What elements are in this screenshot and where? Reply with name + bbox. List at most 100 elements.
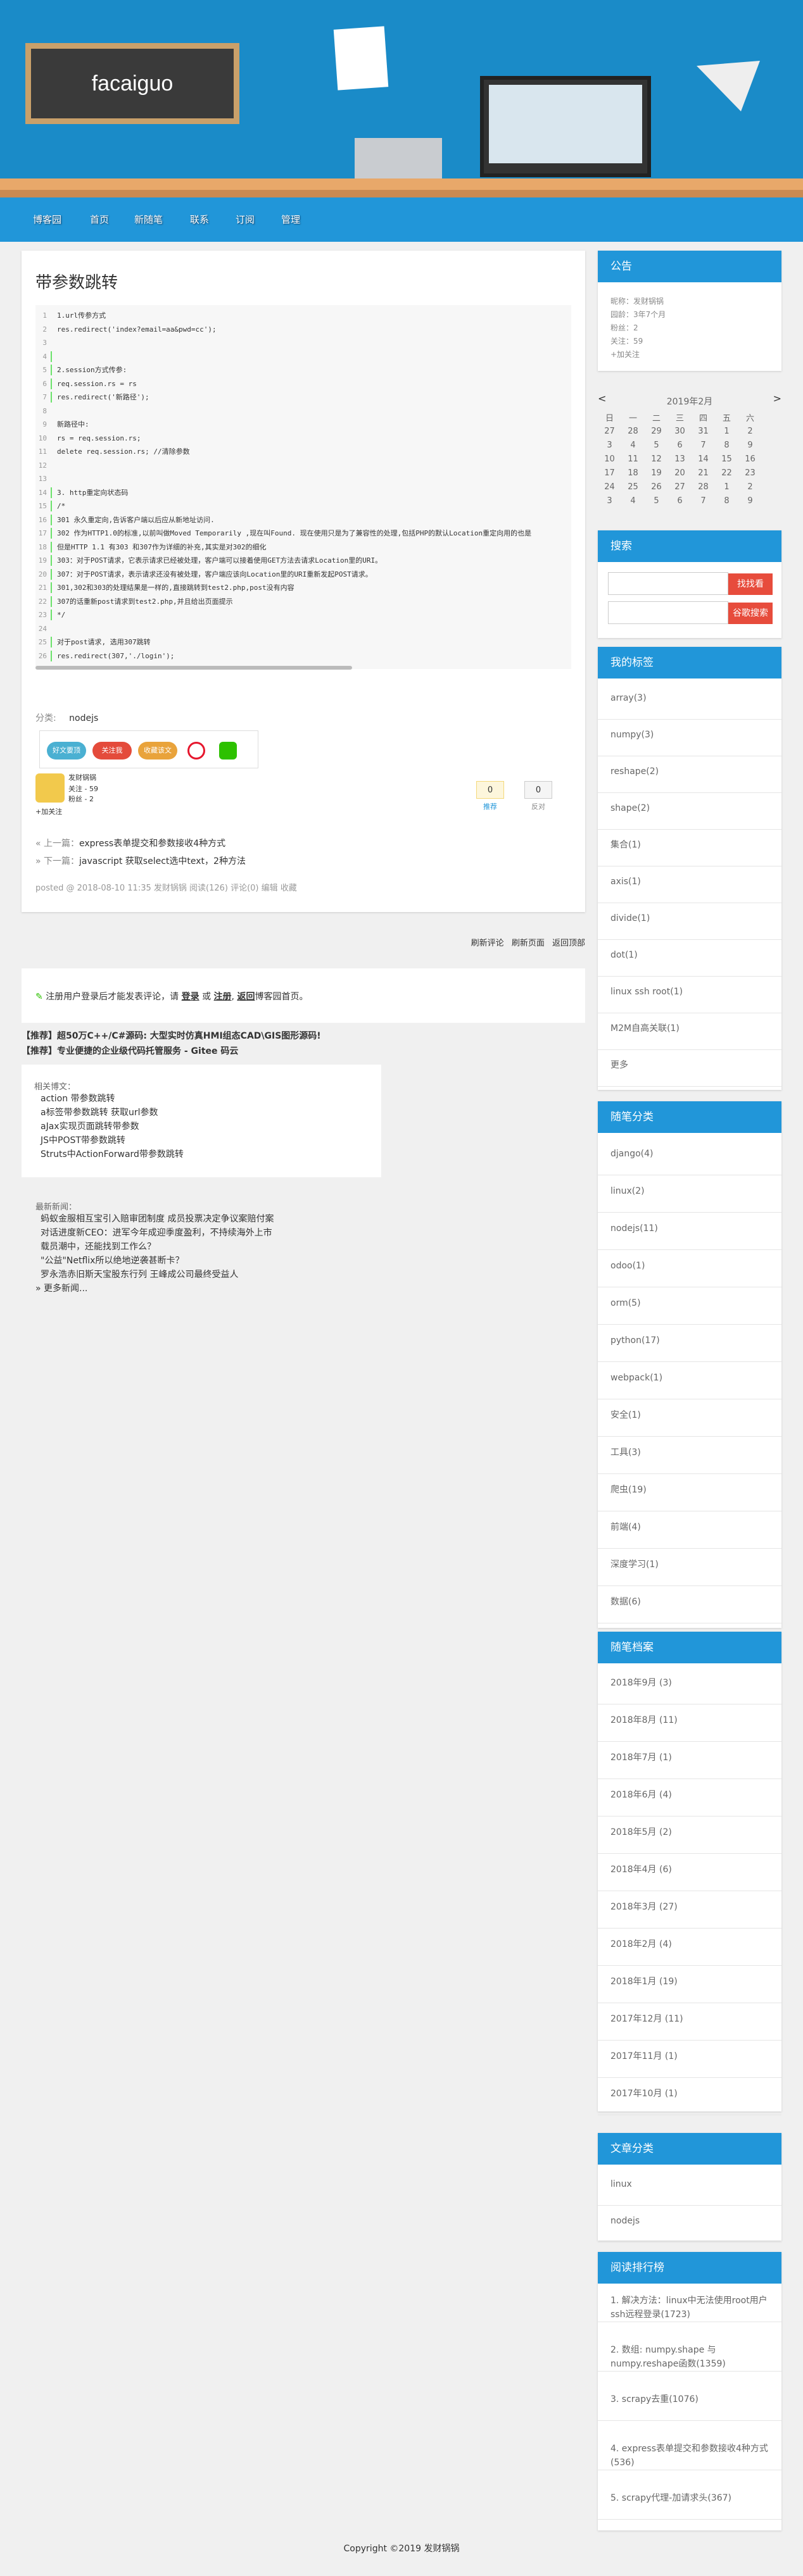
author-avatar[interactable]: [35, 773, 65, 803]
nav-subscribe[interactable]: 订阅: [236, 213, 255, 226]
ranking-item[interactable]: 3. scrapy去重(1076): [610, 2392, 769, 2406]
tag-item[interactable]: axis(1): [610, 875, 769, 889]
author-fans[interactable]: 粉丝 - 2: [68, 794, 94, 804]
more-news-link[interactable]: » 更多新闻...: [35, 1284, 87, 1294]
nav-new-post[interactable]: 新随笔: [134, 213, 163, 226]
category-item[interactable]: 数据(6): [610, 1595, 769, 1609]
nav-cnblogs[interactable]: 博客园: [33, 213, 61, 226]
category-item[interactable]: 深度学习(1): [610, 1558, 769, 1572]
login-link[interactable]: 登录: [182, 992, 199, 1002]
archive-item[interactable]: 2018年9月 (3): [610, 1676, 769, 1690]
tag-item[interactable]: M2M自高关联(1): [610, 1022, 769, 1035]
news-item[interactable]: 蚂蚁金服相互宝引入赔审团制度 成员投票决定争议案赔付案: [35, 1212, 274, 1226]
author-name[interactable]: 发财锅锅: [68, 772, 96, 782]
archive-item[interactable]: 2018年1月 (19): [610, 1975, 769, 1989]
article-category-item[interactable]: linux: [610, 2177, 769, 2191]
prev-post-link[interactable]: express表单提交和参数接收4种方式: [79, 839, 225, 849]
back-to-top-link[interactable]: 返回顶部: [552, 939, 585, 948]
category-item[interactable]: 前端(4): [610, 1520, 769, 1534]
news-item[interactable]: "公益"Netflix所以绝地逆袭甚断卡？: [35, 1254, 274, 1268]
ranking-item[interactable]: 4. express表单提交和参数接收4种方式(536): [610, 2442, 769, 2470]
archive-item[interactable]: 2018年2月 (4): [610, 1937, 769, 1951]
article-category-item[interactable]: nodejs: [610, 2214, 769, 2228]
category-item[interactable]: orm(5): [610, 1296, 769, 1310]
tag-item[interactable]: linux ssh root(1): [610, 985, 769, 999]
related-item[interactable]: Struts中ActionForward带参数跳转: [34, 1147, 381, 1161]
ad-line-2[interactable]: 【推荐】专业便捷的企业级代码托管服务 - Gitee 码云: [22, 1044, 238, 1057]
category-link[interactable]: nodejs: [69, 713, 98, 723]
category-item[interactable]: python(17): [610, 1334, 769, 1347]
google-search-button[interactable]: 谷歌搜索: [728, 603, 773, 624]
ranking-item[interactable]: 1. 解决方法：linux中无法使用root用户ssh远程登录(1723): [610, 2294, 769, 2322]
news-item[interactable]: 罗永浩赤旧斯天宝股东行列 王峰成公司最终受益人: [35, 1268, 274, 1282]
tag-item[interactable]: numpy(3): [610, 728, 769, 742]
category-item[interactable]: 工具(3): [610, 1446, 769, 1460]
tag-item[interactable]: reshape(2): [610, 765, 769, 778]
ranking-item[interactable]: 2. 数组: numpy.shape 与numpy.reshape函数(1359…: [610, 2343, 769, 2371]
archive-item[interactable]: 2018年8月 (11): [610, 1713, 769, 1727]
search-button[interactable]: 找找看: [728, 573, 773, 595]
archive-item[interactable]: 2018年4月 (6): [610, 1863, 769, 1877]
search-input[interactable]: [608, 572, 728, 595]
next-post-link[interactable]: javascript 获取select选中text，2种方法: [79, 856, 246, 866]
back-link[interactable]: 返回: [237, 992, 255, 1002]
tag-item[interactable]: divide(1): [610, 911, 769, 925]
bury-label[interactable]: 反对: [524, 801, 552, 811]
ad-line-1[interactable]: 【推荐】超50万C++/C#源码: 大型实时仿真HMI组态CAD\GIS图形源码…: [22, 1029, 321, 1042]
related-item[interactable]: aJax实现页面跳转带参数: [34, 1120, 381, 1134]
ranking-item[interactable]: 5. scrapy代理-加请求头(367): [610, 2491, 769, 2505]
or-text: 或: [202, 992, 212, 1002]
tag-item[interactable]: shape(2): [610, 801, 769, 815]
add-follow-link[interactable]: +加关注: [35, 806, 62, 816]
archive-item[interactable]: 2017年12月 (11): [610, 2012, 769, 2026]
digg-count[interactable]: 0: [476, 781, 504, 799]
archive-item[interactable]: 2018年6月 (4): [610, 1788, 769, 1802]
code-line: 11 delete req.session.rs; //清除参数: [35, 446, 571, 457]
bury-count[interactable]: 0: [524, 781, 552, 799]
digg-share-button[interactable]: 好文要顶: [47, 742, 86, 760]
wechat-icon[interactable]: [219, 742, 237, 760]
notice-line[interactable]: +加关注: [610, 348, 781, 361]
author-follow[interactable]: 关注 - 59: [68, 784, 98, 794]
refresh-page-link[interactable]: 刷新页面: [512, 939, 545, 948]
tag-item[interactable]: array(3): [610, 691, 769, 705]
tags-box: 我的标签 array(3) numpy(3) reshape(2) shape(2) 集…: [598, 647, 781, 1090]
tag-item[interactable]: 集合(1): [610, 838, 769, 852]
category-item[interactable]: odoo(1): [610, 1259, 769, 1273]
weibo-icon[interactable]: [187, 742, 205, 760]
archives-box: 随笔档案 2018年9月 (3) 2018年8月 (11) 2018年7月 (1) 2…: [598, 1632, 781, 2115]
tag-item[interactable]: dot(1): [610, 948, 769, 962]
category-item[interactable]: nodejs(11): [610, 1222, 769, 1235]
favorite-button[interactable]: 收藏该文: [138, 742, 177, 760]
archive-item[interactable]: 2017年10月 (1): [610, 2087, 769, 2101]
code-text: res.redirect(307,'./login');: [57, 651, 175, 660]
archive-item[interactable]: 2018年5月 (2): [610, 1825, 769, 1839]
follow-button[interactable]: 关注我: [92, 742, 132, 760]
code-scrollbar[interactable]: [35, 666, 352, 670]
digg-label[interactable]: 推荐: [476, 801, 504, 811]
code-text: 307：对于POST请求，表示请求还没有被处理，客户端应该向Location里的…: [57, 570, 372, 578]
news-item[interactable]: 载员潮中，还能找到工作么？: [35, 1240, 274, 1254]
related-item[interactable]: JS中POST带参数跳转: [34, 1134, 381, 1147]
category-item[interactable]: django(4): [610, 1147, 769, 1161]
archive-item[interactable]: 2017年11月 (1): [610, 2049, 769, 2063]
archive-item[interactable]: 2018年3月 (27): [610, 1900, 769, 1914]
news-item[interactable]: 对话进度新CEO：进军今年成迎季度盈利，不持续海外上市: [35, 1226, 274, 1240]
calendar-next[interactable]: >: [773, 392, 781, 404]
nav-home[interactable]: 首页: [90, 213, 109, 226]
category-item[interactable]: webpack(1): [610, 1371, 769, 1385]
nav-contact[interactable]: 联系: [190, 213, 209, 226]
related-item[interactable]: a标签带参数跳转 获取url参数: [34, 1106, 381, 1120]
google-search-input[interactable]: [608, 601, 728, 624]
category-item[interactable]: 安全(1): [610, 1408, 769, 1422]
post-title[interactable]: 带参数跳转: [35, 270, 118, 293]
blog-logo-board[interactable]: facaiguo: [25, 43, 239, 124]
category-item[interactable]: 爬虫(19): [610, 1483, 769, 1497]
nav-manage[interactable]: 管理: [281, 213, 300, 226]
category-item[interactable]: linux(2): [610, 1184, 769, 1198]
register-link[interactable]: 注册: [214, 992, 232, 1002]
related-item[interactable]: action 带参数跳转: [34, 1092, 381, 1106]
refresh-comments-link[interactable]: 刷新评论: [471, 939, 504, 948]
archive-item[interactable]: 2018年7月 (1): [610, 1751, 769, 1765]
tag-item[interactable]: 更多: [610, 1058, 769, 1072]
